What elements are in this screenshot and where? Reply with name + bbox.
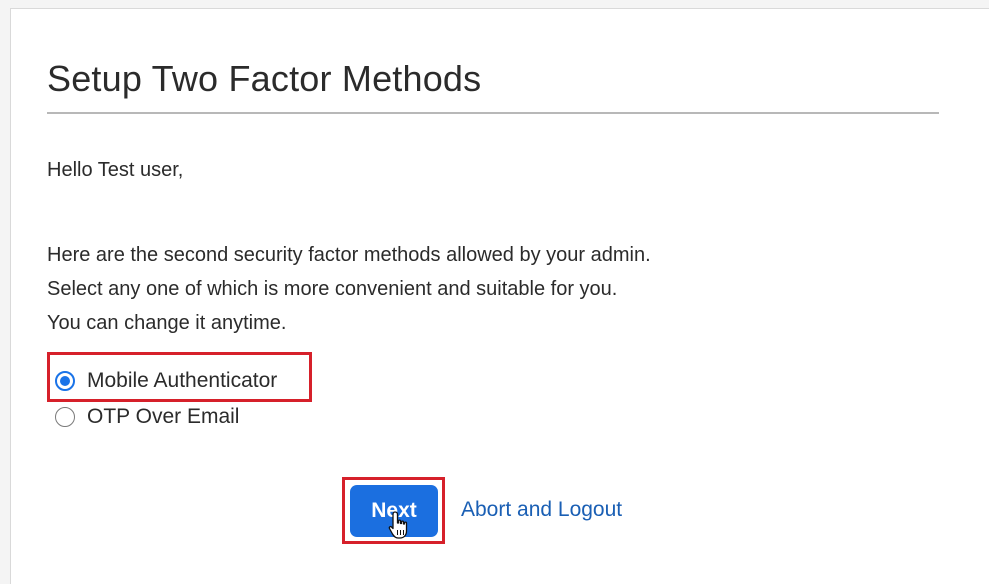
abort-and-logout-link[interactable]: Abort and Logout [461,498,622,522]
description-line: Here are the second security factor meth… [47,244,651,266]
title-divider [47,112,939,114]
radio-button-otp-over-email[interactable] [55,407,75,427]
method-option-mobile-authenticator[interactable]: Mobile Authenticator [55,369,277,393]
radio-button-mobile-authenticator[interactable] [55,371,75,391]
description-line: You can change it anytime. [47,312,287,334]
hand-pointer-icon [388,511,408,539]
description: Here are the second security factor meth… [47,238,651,340]
method-label: Mobile Authenticator [87,369,278,392]
greeting-text: Hello Test user, [47,159,184,181]
method-label: OTP Over Email [87,405,240,428]
description-line: Select any one of which is more convenie… [47,278,618,300]
page-title: Setup Two Factor Methods [47,58,482,99]
method-option-otp-over-email[interactable]: OTP Over Email [55,405,239,429]
